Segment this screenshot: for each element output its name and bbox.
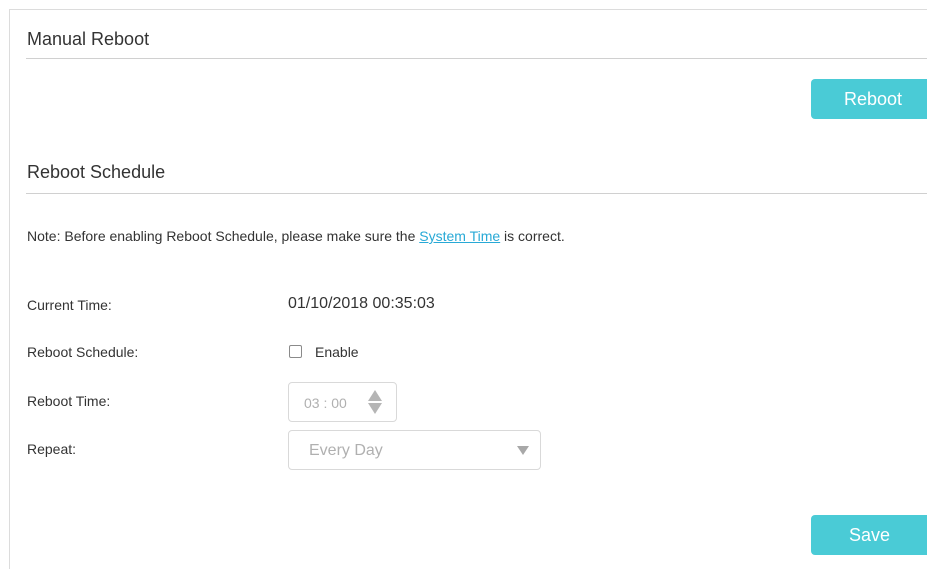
reboot-time-value: 03 : 00 — [304, 395, 347, 411]
reboot-time-input[interactable]: 03 : 00 — [288, 382, 397, 422]
reboot-schedule-label: Reboot Schedule: — [27, 344, 139, 360]
page-frame — [9, 9, 927, 569]
reboot-schedule-divider — [26, 193, 927, 194]
repeat-select-value: Every Day — [309, 442, 383, 459]
enable-checkbox[interactable] — [289, 345, 302, 358]
repeat-label: Repeat: — [27, 441, 77, 457]
note-prefix: Note: Before enabling Reboot Schedule, p… — [27, 228, 420, 244]
manual-reboot-heading: Manual Reboot — [27, 29, 150, 49]
current-time-value: 01/10/2018 00:35:03 — [288, 295, 435, 312]
current-time-label: Current Time: — [27, 297, 112, 313]
reboot-time-label: Reboot Time: — [27, 393, 111, 409]
system-time-link[interactable]: System Time — [419, 228, 500, 244]
reboot-schedule-heading: Reboot Schedule — [27, 162, 166, 182]
enable-checkbox-label[interactable]: Enable — [315, 344, 359, 360]
reboot-button[interactable]: Reboot — [811, 79, 927, 119]
save-button[interactable]: Save — [811, 515, 927, 555]
chevron-down-icon — [517, 446, 529, 455]
increment-arrow-icon[interactable] — [368, 390, 382, 401]
up-down-arrows-icon[interactable] — [367, 388, 383, 416]
note-suffix: is correct. — [500, 228, 565, 244]
decrement-arrow-icon[interactable] — [368, 403, 382, 414]
manual-reboot-divider — [26, 58, 927, 59]
enable-checkbox-group[interactable]: Enable — [289, 343, 359, 360]
repeat-select[interactable]: Every Day — [288, 430, 541, 470]
note-text: Note: Before enabling Reboot Schedule, p… — [27, 228, 565, 244]
